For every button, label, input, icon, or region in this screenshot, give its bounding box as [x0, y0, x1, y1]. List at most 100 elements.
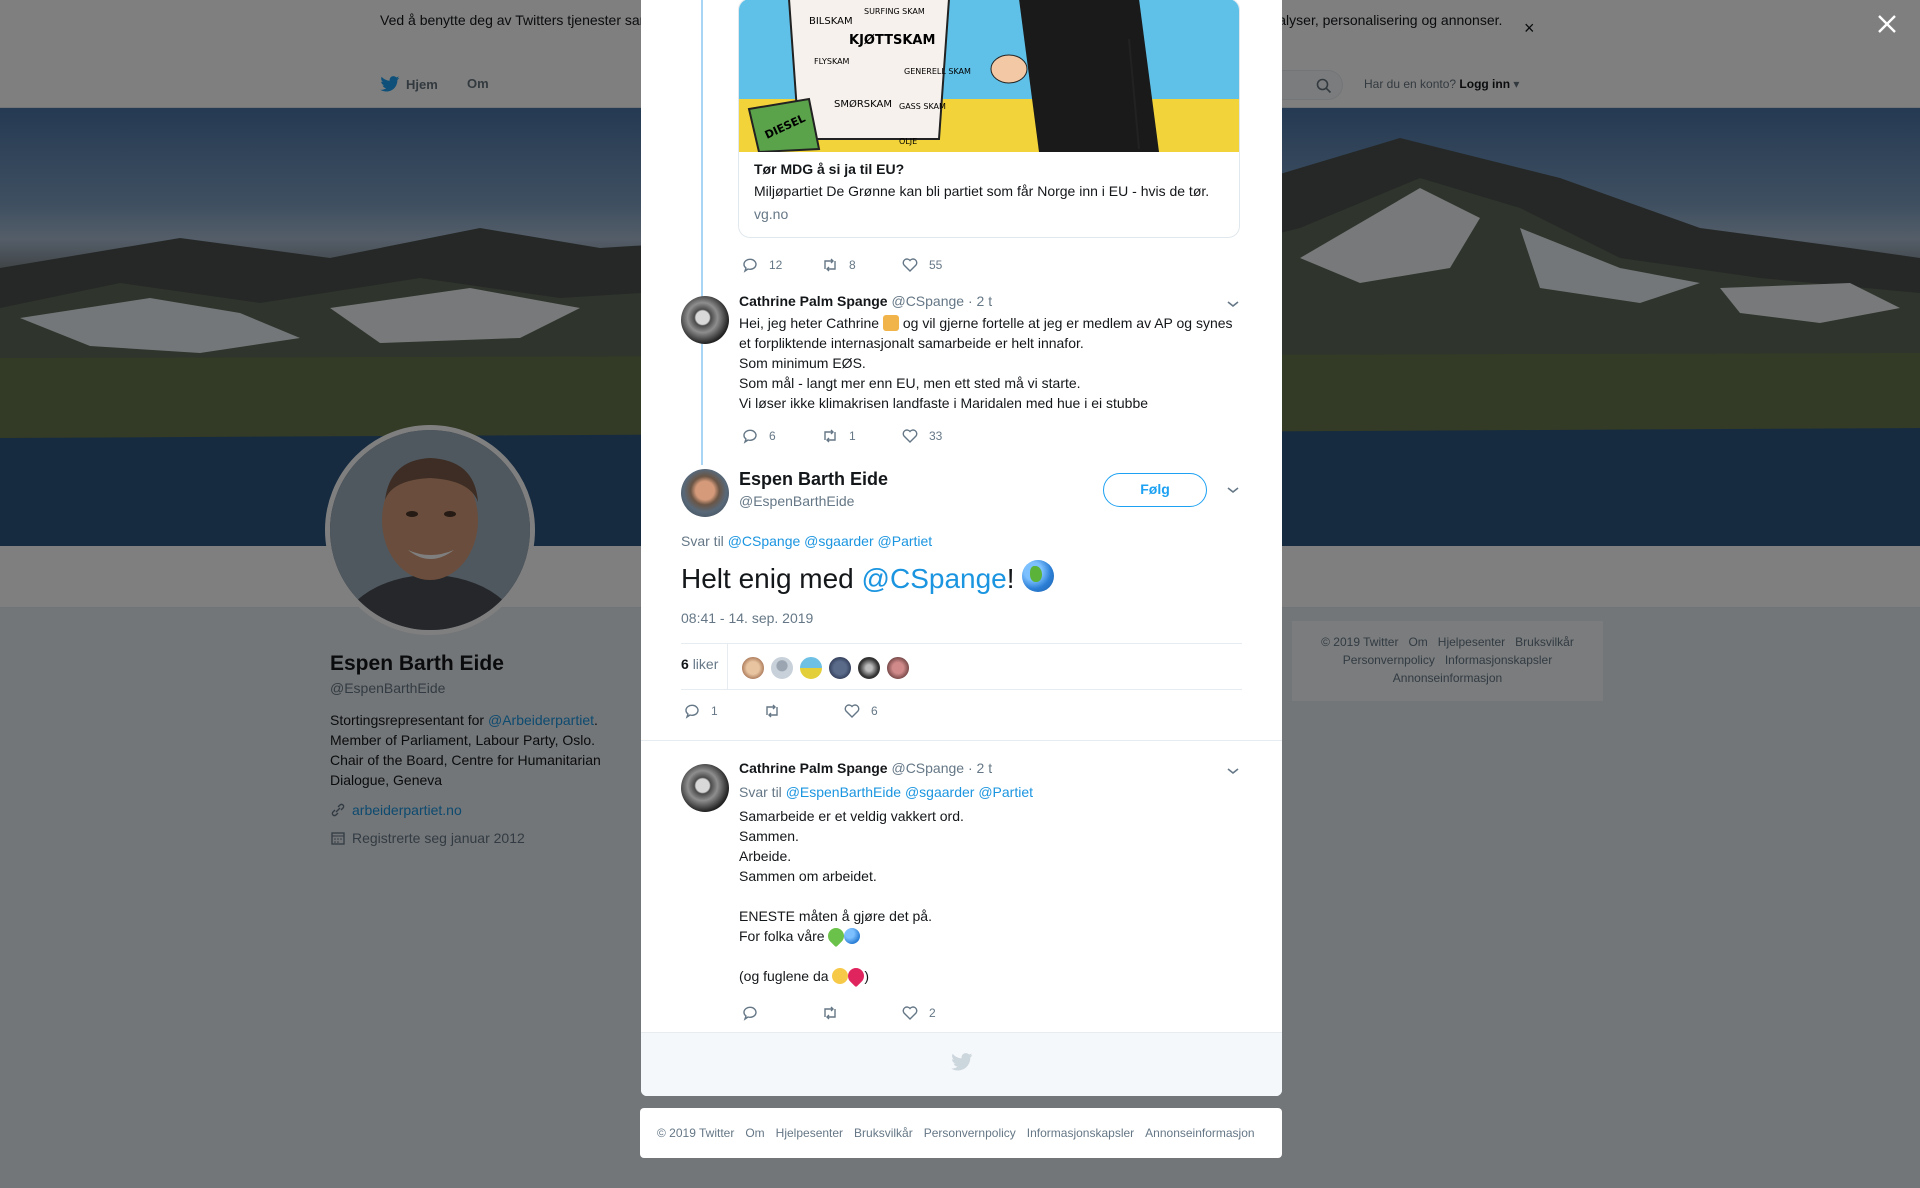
tweet3-time[interactable]: · 2 t — [968, 760, 992, 776]
kissing-face-emoji — [832, 968, 849, 984]
cartoon-word-smorskam: SMØRSKAM — [834, 98, 892, 110]
green-heart-emoji — [825, 924, 848, 948]
tweet1-actions: 12 8 55 — [741, 256, 981, 274]
close-icon[interactable] — [1875, 12, 1899, 36]
retweet-count: 1 — [849, 429, 856, 443]
main-text-mention[interactable]: @CSpange — [862, 563, 1007, 594]
chevron-down-icon[interactable] — [1226, 299, 1240, 309]
cartoon-word-gass: GASS SKAM — [899, 102, 946, 111]
like-button[interactable]: 55 — [901, 256, 981, 274]
tweet2-line-4: Som minimum EØS. — [739, 355, 866, 371]
retweet-icon — [824, 258, 836, 272]
liker-avatar[interactable] — [799, 656, 823, 680]
stats-divider — [727, 644, 728, 690]
like-count: 55 — [929, 258, 943, 272]
cartoon-word-flyskam: FLYSKAM — [814, 57, 850, 66]
avatar[interactable] — [681, 469, 729, 517]
tweet3-reply-to: Svar til @EspenBarthEide @sgaarder @Part… — [739, 784, 1033, 800]
main-timestamp[interactable]: 08:41 - 14. sep. 2019 — [681, 610, 813, 626]
cartoon-illustration: BILSKAM SURFING SKAM KJØTTSKAM FLYSKAM G… — [739, 0, 1239, 152]
main-author-handle[interactable]: @EspenBarthEide — [739, 493, 854, 509]
cartoon-word-surfing: SURFING SKAM — [864, 7, 925, 16]
cartoon-word-kjottskam: KJØTTSKAM — [849, 33, 935, 48]
tweet2-line-6: Vi løser ikke klimakrisen landfaste i Ma… — [739, 395, 1149, 411]
retweet-icon — [824, 1006, 836, 1020]
heart-icon — [902, 258, 918, 272]
main-author-name[interactable]: Espen Barth Eide — [739, 469, 888, 490]
tweet2-line-3: et forpliktende internasjonalt samarbeid… — [739, 335, 1084, 351]
tweet2-line-2: og vil gjerne fortelle at jeg er medlem … — [902, 315, 1233, 331]
tweet3-line-3: Arbeide. — [739, 848, 792, 864]
cartoon-word-generell: GENERELL SKAM — [904, 67, 971, 76]
footer-about[interactable]: Om — [745, 1126, 764, 1140]
avatar[interactable] — [681, 296, 729, 344]
reply-count: 6 — [769, 429, 776, 443]
reply-icon — [743, 258, 757, 273]
reply-button[interactable]: 6 — [741, 427, 821, 445]
main-stats: 6 liker — [681, 643, 1242, 690]
retweet-count: 8 — [849, 258, 856, 272]
liker-avatar[interactable] — [857, 656, 881, 680]
reply-to-mentions[interactable]: @EspenBarthEide @sgaarder @Partiet — [786, 784, 1033, 800]
retweet-icon — [824, 429, 836, 443]
tweet2-header: Cathrine Palm Spange @CSpange · 2 t — [739, 293, 992, 309]
like-button[interactable]: 6 — [843, 702, 923, 720]
tweet3-handle[interactable]: @CSpange — [891, 760, 964, 776]
like-button[interactable]: 33 — [901, 427, 981, 445]
heart-icon — [902, 1006, 918, 1020]
tweet2-time[interactable]: · 2 t — [968, 293, 992, 309]
retweet-button[interactable] — [763, 702, 843, 720]
woman-raising-hand-emoji — [882, 315, 899, 331]
footer-ads-info[interactable]: Annonseinformasjon — [1145, 1126, 1254, 1140]
like-count: 2 — [929, 1006, 936, 1020]
main-reply-to: Svar til @CSpange @sgaarder @Partiet — [681, 533, 932, 549]
reply-to-mentions[interactable]: @CSpange @sgaarder @Partiet — [728, 533, 933, 549]
twitter-bird-icon — [951, 1053, 973, 1071]
like-count: 33 — [929, 429, 943, 443]
like-button[interactable]: 2 — [901, 1004, 981, 1022]
tweet2-author-name[interactable]: Cathrine Palm Spange — [739, 293, 888, 309]
cartoon-word-bilskam: BILSKAM — [809, 16, 853, 27]
tweet2-text: Hei, jeg heter Cathrine og vil gjerne fo… — [739, 313, 1239, 413]
liker-avatar[interactable] — [828, 656, 852, 680]
chevron-down-icon[interactable] — [1226, 485, 1240, 495]
reply-count: 1 — [711, 704, 718, 718]
link-card[interactable]: BILSKAM SURFING SKAM KJØTTSKAM FLYSKAM G… — [738, 0, 1240, 238]
reply-button[interactable]: 12 — [741, 256, 821, 274]
avatar[interactable] — [681, 764, 729, 812]
tweet2-line-1: Hei, jeg heter Cathrine — [739, 315, 880, 331]
tweet3-line-5: ENESTE måten å gjøre det på. — [739, 908, 932, 924]
tweet3-author-name[interactable]: Cathrine Palm Spange — [739, 760, 888, 776]
tweet3-line-2: Sammen. — [739, 828, 799, 844]
retweet-button[interactable] — [821, 1004, 901, 1022]
chevron-down-icon[interactable] — [1226, 766, 1240, 776]
retweet-button[interactable]: 8 — [821, 256, 901, 274]
main-tweet-text: Helt enig med @CSpange! — [681, 560, 1055, 595]
tweet-modal: BILSKAM SURFING SKAM KJØTTSKAM FLYSKAM G… — [641, 0, 1282, 1096]
footer-help[interactable]: Hjelpesenter — [776, 1126, 843, 1140]
reply-button[interactable] — [741, 1004, 821, 1022]
tweet3-line-6: For folka våre — [739, 928, 825, 944]
likes-stat[interactable]: 6 liker — [681, 656, 718, 672]
reply-button[interactable]: 1 — [683, 702, 763, 720]
follow-button[interactable]: Følg — [1103, 473, 1207, 507]
likes-stat-label: liker — [692, 656, 719, 672]
liker-avatar[interactable] — [741, 656, 765, 680]
reply-icon — [743, 429, 757, 444]
tweet3-line-1: Samarbeide er et veldig vakkert ord. — [739, 808, 964, 824]
tweet3-text: Samarbeide er et veldig vakkert ord. Sam… — [739, 806, 1239, 988]
footer-copyright: © 2019 Twitter — [657, 1126, 735, 1140]
tweet2-handle[interactable]: @CSpange — [891, 293, 964, 309]
liker-avatar[interactable] — [886, 656, 910, 680]
card-image: BILSKAM SURFING SKAM KJØTTSKAM FLYSKAM G… — [739, 0, 1239, 152]
retweet-button[interactable]: 1 — [821, 427, 901, 445]
like-count: 6 — [871, 704, 878, 718]
liker-avatar[interactable] — [770, 656, 794, 680]
footer-privacy[interactable]: Personvernpolicy — [924, 1126, 1016, 1140]
thread-line — [701, 0, 703, 465]
main-text-prefix: Helt enig med — [681, 563, 862, 594]
footer-cookies[interactable]: Informasjonskapsler — [1027, 1126, 1134, 1140]
footer-terms[interactable]: Bruksvilkår — [854, 1126, 913, 1140]
